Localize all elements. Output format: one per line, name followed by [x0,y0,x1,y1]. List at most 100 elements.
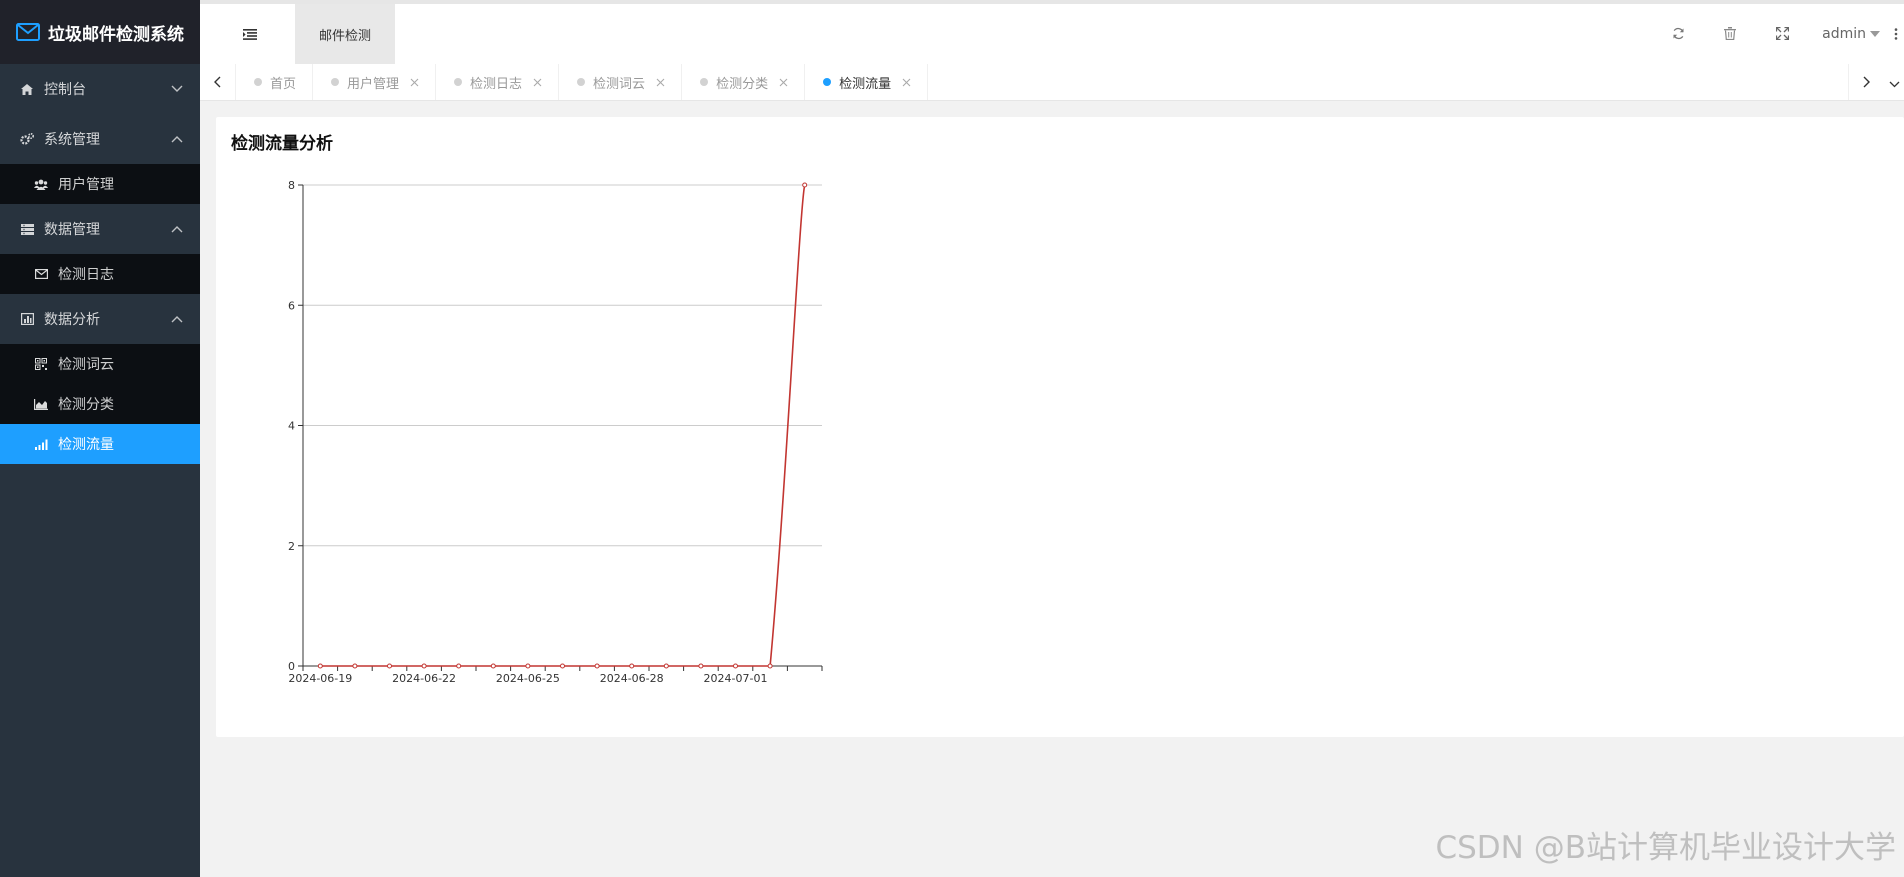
y-tick-label: 8 [288,179,295,192]
nav-head-analysis[interactable]: 数据分析 [0,294,200,344]
nav-head-console[interactable]: 控制台 [0,64,200,114]
data-point [560,663,565,669]
nav-head-system[interactable]: 系统管理 [0,114,200,164]
x-tick-label: 2024-06-28 [600,672,664,685]
nav-item-label: 检测流量 [58,437,114,453]
tabs-dropdown-button[interactable] [1884,64,1904,100]
sidebar-item-detection-log[interactable]: 检测日志 [0,254,200,294]
area-chart-icon [34,397,48,411]
data-point [663,663,669,669]
data-point [802,182,808,188]
y-tick-label: 4 [288,420,295,433]
nav-sub-data: 检测日志 [0,254,200,294]
envelope-icon [34,267,48,281]
close-icon[interactable] [409,77,419,87]
data-point [352,663,358,669]
nav-sub-analysis: 检测词云 检测分类 检测流量 [0,344,200,464]
list-icon [20,222,34,236]
data-point [490,663,496,669]
tab-dot [454,78,463,86]
nav-group-data: 数据管理 检测日志 [0,204,200,294]
tab-dot [577,78,586,86]
x-tick-label: 2024-06-19 [288,672,352,685]
chevron-up-icon [170,222,184,236]
chevron-down-icon [1889,73,1900,92]
home-icon [20,82,34,96]
sidebar-item-user-management[interactable]: 用户管理 [0,164,200,204]
nav-group-console: 控制台 [0,64,200,114]
tab-label: 检测日志 [470,76,523,92]
signal-icon [34,437,48,451]
tab-label: 用户管理 [347,76,400,92]
header-tab-mail-detection[interactable]: 邮件检测 [295,4,395,64]
tab-label: 检测分类 [716,76,769,92]
gears-icon [20,132,34,146]
close-icon[interactable] [655,77,665,87]
y-tick-label: 6 [288,299,295,312]
sidebar-item-traffic[interactable]: 检测流量 [0,424,200,464]
close-icon[interactable] [532,77,542,87]
menu-toggle-button[interactable] [240,24,260,44]
chevron-up-icon [170,132,184,146]
users-icon [34,177,48,191]
app-title: 垃圾邮件检测系统 [48,24,184,45]
chevron-up-icon [170,312,184,326]
tab-detection-log[interactable]: 检测日志 [436,64,560,100]
nav-head-label: 控制台 [44,82,86,98]
app-logo[interactable]: 垃圾邮件检测系统 [0,0,200,64]
tab-traffic[interactable]: 检测流量 [805,64,929,100]
header: 邮件检测 admin [200,0,1904,64]
nav-head-label: 数据分析 [44,312,100,328]
fullscreen-button[interactable] [1756,4,1808,64]
sidebar-item-word-cloud[interactable]: 检测词云 [0,344,200,384]
close-icon[interactable] [901,77,911,87]
data-point [387,663,392,669]
nav-head-label: 系统管理 [44,132,100,148]
y-tick-label: 2 [288,540,295,553]
tab-label: 检测流量 [839,76,892,92]
tabs-prev-button[interactable] [200,64,236,100]
x-tick-label: 2024-06-22 [392,672,456,685]
tab-label: 首页 [270,76,297,92]
envelope-logo-icon [16,22,42,42]
nav-item-label: 用户管理 [58,177,114,193]
data-point [698,663,704,669]
clear-cache-button[interactable] [1704,4,1756,64]
more-vertical-icon [1894,25,1898,44]
caret-down-icon [1870,31,1880,37]
nav-item-label: 检测分类 [58,397,114,413]
tab-list: 首页 用户管理 检测日志 检测词云 检测分类 检测流量 [236,64,929,100]
refresh-button[interactable] [1652,4,1704,64]
header-right: admin [1652,4,1904,64]
close-icon[interactable] [778,77,788,87]
tab-classification[interactable]: 检测分类 [682,64,806,100]
tabs-next-button[interactable] [1848,64,1884,100]
data-point [525,663,531,669]
tab-word-cloud[interactable]: 检测词云 [559,64,683,100]
tab-dot [700,78,709,86]
tab-label: 检测词云 [593,76,646,92]
more-button[interactable] [1888,4,1904,64]
user-name: admin [1822,26,1866,42]
sidebar-item-classification[interactable]: 检测分类 [0,384,200,424]
nav-sub-system: 用户管理 [0,164,200,204]
data-point [594,663,600,669]
traffic-analysis-card: 检测流量分析 0 2 4 6 8 2024-06-19 2024-06-22 2024-06-… [216,117,1904,737]
tab-home[interactable]: 首页 [236,64,314,100]
nav-head-label: 数据管理 [44,222,100,238]
fullscreen-icon [1775,25,1789,44]
tab-dot [254,78,262,86]
tab-user-management[interactable]: 用户管理 [313,64,437,100]
nav-head-data[interactable]: 数据管理 [0,204,200,254]
watermark: CSDN @B站计算机毕业设计大学 [1435,830,1896,866]
user-menu[interactable]: admin [1822,26,1880,42]
refresh-icon [1672,25,1685,44]
chevron-right-icon [1863,73,1870,92]
indent-icon [243,25,257,44]
x-tick-label: 2024-07-01 [704,672,768,685]
page-tabs-bar: 首页 用户管理 检测日志 检测词云 检测分类 检测流量 [200,64,1904,101]
data-point [317,663,323,669]
data-point [767,663,773,669]
qrcode-icon [34,357,48,371]
nav-group-analysis: 数据分析 检测词云 检测分类 检测流量 [0,294,200,464]
